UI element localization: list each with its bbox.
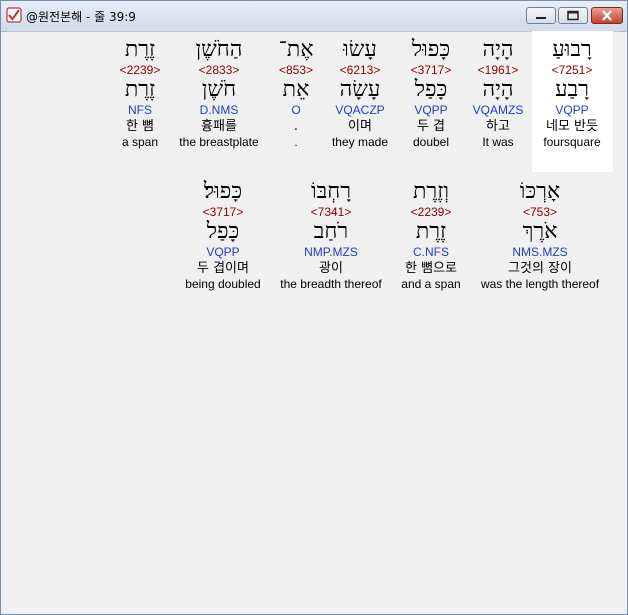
- english-gloss: doubel: [412, 135, 450, 149]
- english-gloss: foursquare: [543, 135, 601, 149]
- lemma-word: אֵת: [282, 77, 310, 102]
- korean-gloss: 두 겹: [416, 119, 446, 134]
- korean-gloss: 광이: [319, 261, 343, 276]
- word-cell[interactable]: הָיָה <1961> הָיָה VQAMZS 하고 It was: [473, 37, 524, 150]
- english-gloss: they made: [331, 135, 389, 149]
- word-cell[interactable]: וְזֶרֶת <2239> זֶרֶת C.NFS 한 뼘으로 and a s…: [401, 179, 460, 292]
- hebrew-word: עָשׂוּ: [343, 37, 377, 62]
- parse-code: C.NFS: [412, 245, 449, 259]
- lemma-word: זֶרֶת: [124, 77, 156, 102]
- hebrew-word: אָרְכּוֹ: [519, 179, 561, 204]
- lemma-word: זֶרֶת: [415, 219, 447, 244]
- hebrew-word: זֶרֶת: [124, 37, 156, 62]
- korean-gloss: 한 뼘: [125, 119, 155, 134]
- hebrew-word: הַחֹשֶׁן: [195, 37, 243, 62]
- word-cell[interactable]: אֶת־ <853> אֵת O . .: [278, 37, 313, 150]
- minimize-button[interactable]: [526, 7, 556, 24]
- maximize-button[interactable]: [558, 7, 588, 24]
- korean-gloss: 그것의 장이: [508, 261, 572, 276]
- hebrew-word: כָּפוּל׃: [203, 179, 243, 204]
- strong-number: <3717>: [410, 63, 452, 77]
- parse-code: VQPP: [414, 103, 448, 117]
- hebrew-word: כָּפוּל: [411, 37, 451, 62]
- korean-gloss: .: [293, 119, 299, 134]
- hebrew-word: אֶת־: [278, 37, 314, 62]
- lemma-word: רֹחַב: [313, 219, 349, 244]
- app-check-icon: [6, 7, 22, 23]
- strong-number: <7251>: [551, 63, 593, 77]
- parse-code: VQPP: [555, 103, 589, 117]
- english-gloss: the breastplate: [179, 135, 259, 149]
- lemma-word: עָשָׂה: [339, 77, 381, 102]
- strong-number: <2239>: [410, 205, 452, 219]
- parse-code: VQPP: [206, 245, 240, 259]
- word-cell[interactable]: אָרְכּוֹ <753> אֹרֶךְ NMS.MZS 그것의 장이 was…: [481, 179, 599, 292]
- english-gloss: being doubled: [185, 277, 261, 291]
- word-cell[interactable]: עָשׂוּ <6213> עָשָׂה VQACZP 이며 they made: [332, 37, 388, 150]
- english-gloss: It was: [482, 135, 514, 149]
- word-cell[interactable]: הַחֹשֶׁן <2833> חֹשֶׁן D.NMS 흉패를 the bre…: [179, 37, 258, 150]
- hebrew-word: וְזֶרֶת: [412, 179, 449, 204]
- korean-gloss: 두 겹이며: [197, 261, 249, 276]
- parse-code: NFS: [128, 103, 152, 117]
- english-gloss: and a span: [401, 277, 461, 291]
- close-button[interactable]: [591, 7, 623, 24]
- hebrew-word: רָחְבּוֹ: [310, 179, 352, 204]
- app-window: @원전본해 - 줄 39:9 רָבוּעַ <7251> רָבַע VQPP…: [0, 0, 628, 615]
- window-title: @원전본해 - 줄 39:9: [26, 10, 136, 24]
- strong-number: <753>: [522, 205, 558, 219]
- word-cell[interactable]: רָבוּעַ <7251> רָבַע VQPP 네모 반듯 foursqua…: [543, 37, 600, 150]
- lemma-word: אֹרֶךְ: [522, 219, 558, 244]
- word-cell[interactable]: כָּפוּל׃ <3717> כָּפַל VQPP 두 겹이며 being …: [185, 179, 260, 292]
- parse-code: D.NMS: [199, 103, 239, 117]
- korean-gloss: 흉패를: [201, 119, 237, 134]
- word-cell[interactable]: רָחְבּוֹ <7341> רֹחַב NMP.MZS 광이 the bre…: [280, 179, 381, 292]
- strong-number: <1961>: [477, 63, 519, 77]
- korean-gloss: 하고: [486, 119, 510, 134]
- lemma-word: כָּפַל: [206, 219, 240, 244]
- title-bar[interactable]: @원전본해 - 줄 39:9: [1, 1, 627, 32]
- interlinear-panel[interactable]: [7, 31, 621, 610]
- parse-code: VQACZP: [335, 103, 385, 117]
- strong-number: <853>: [278, 63, 314, 77]
- english-gloss: a span: [121, 135, 159, 149]
- english-gloss: the breadth thereof: [280, 277, 382, 291]
- lemma-word: חֹשֶׁן: [201, 77, 237, 102]
- hebrew-word: רָבוּעַ: [552, 37, 592, 62]
- korean-gloss: 한 뼘으로: [405, 261, 457, 276]
- strong-number: <2239>: [119, 63, 161, 77]
- lemma-word: כָּפַל: [414, 77, 448, 102]
- word-cell[interactable]: כָּפוּל <3717> כָּפַל VQPP 두 겹 doubel: [411, 37, 452, 150]
- english-gloss: .: [294, 135, 298, 149]
- hebrew-word: הָיָה: [482, 37, 514, 62]
- parse-code: NMP.MZS: [304, 245, 358, 259]
- lemma-word: רָבַע: [555, 77, 589, 102]
- strong-number: <3717>: [202, 205, 244, 219]
- strong-number: <7341>: [310, 205, 352, 219]
- word-cell[interactable]: זֶרֶת <2239> זֶרֶת NFS 한 뼘 a span: [120, 37, 161, 150]
- parse-code: VQAMZS: [472, 103, 524, 117]
- english-gloss: was the length thereof: [480, 277, 600, 291]
- parse-code: O: [291, 103, 301, 117]
- strong-number: <2833>: [198, 63, 240, 77]
- strong-number: <6213>: [339, 63, 381, 77]
- korean-gloss: 이며: [348, 119, 372, 134]
- parse-code: NMS.MZS: [512, 245, 568, 259]
- korean-gloss: 네모 반듯: [546, 119, 598, 134]
- lemma-word: הָיָה: [482, 77, 514, 102]
